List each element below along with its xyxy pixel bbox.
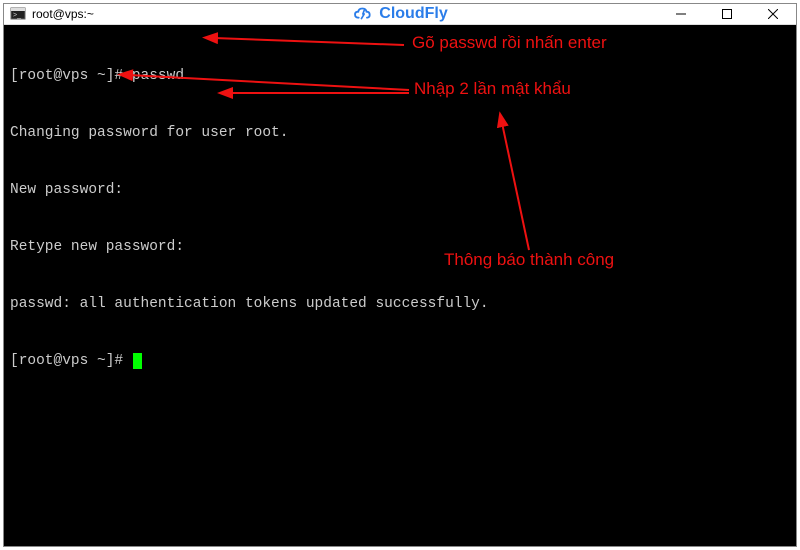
app-window: >_ root@vps:~ CloudFly [root@vps ~]# pas… [3, 3, 797, 547]
terminal-area[interactable]: [root@vps ~]# passwd Changing password f… [4, 25, 796, 546]
maximize-button[interactable] [704, 4, 750, 24]
terminal-prompt-line: [root@vps ~]# [10, 352, 790, 371]
minimize-button[interactable] [658, 4, 704, 24]
terminal-prompt: [root@vps ~]# [10, 353, 132, 369]
terminal-line: passwd: all authentication tokens update… [10, 295, 790, 314]
terminal-cursor [133, 353, 142, 369]
cloud-icon [352, 6, 374, 22]
titlebar: >_ root@vps:~ CloudFly [4, 4, 796, 25]
brand-logo: CloudFly [352, 5, 447, 23]
terminal-line: [root@vps ~]# passwd [10, 67, 790, 86]
close-button[interactable] [750, 4, 796, 24]
brand-name: CloudFly [379, 5, 447, 23]
annotation-type-passwd: Gõ passwd rồi nhấn enter [412, 33, 607, 52]
window-controls [658, 4, 796, 24]
terminal-app-icon: >_ [10, 6, 26, 22]
terminal-line: New password: [10, 181, 790, 200]
annotation-arrows [4, 25, 798, 535]
svg-text:>_: >_ [13, 12, 21, 19]
terminal-line: Changing password for user root. [10, 124, 790, 143]
window-title: root@vps:~ [32, 7, 94, 21]
terminal-line: Retype new password: [10, 238, 790, 257]
